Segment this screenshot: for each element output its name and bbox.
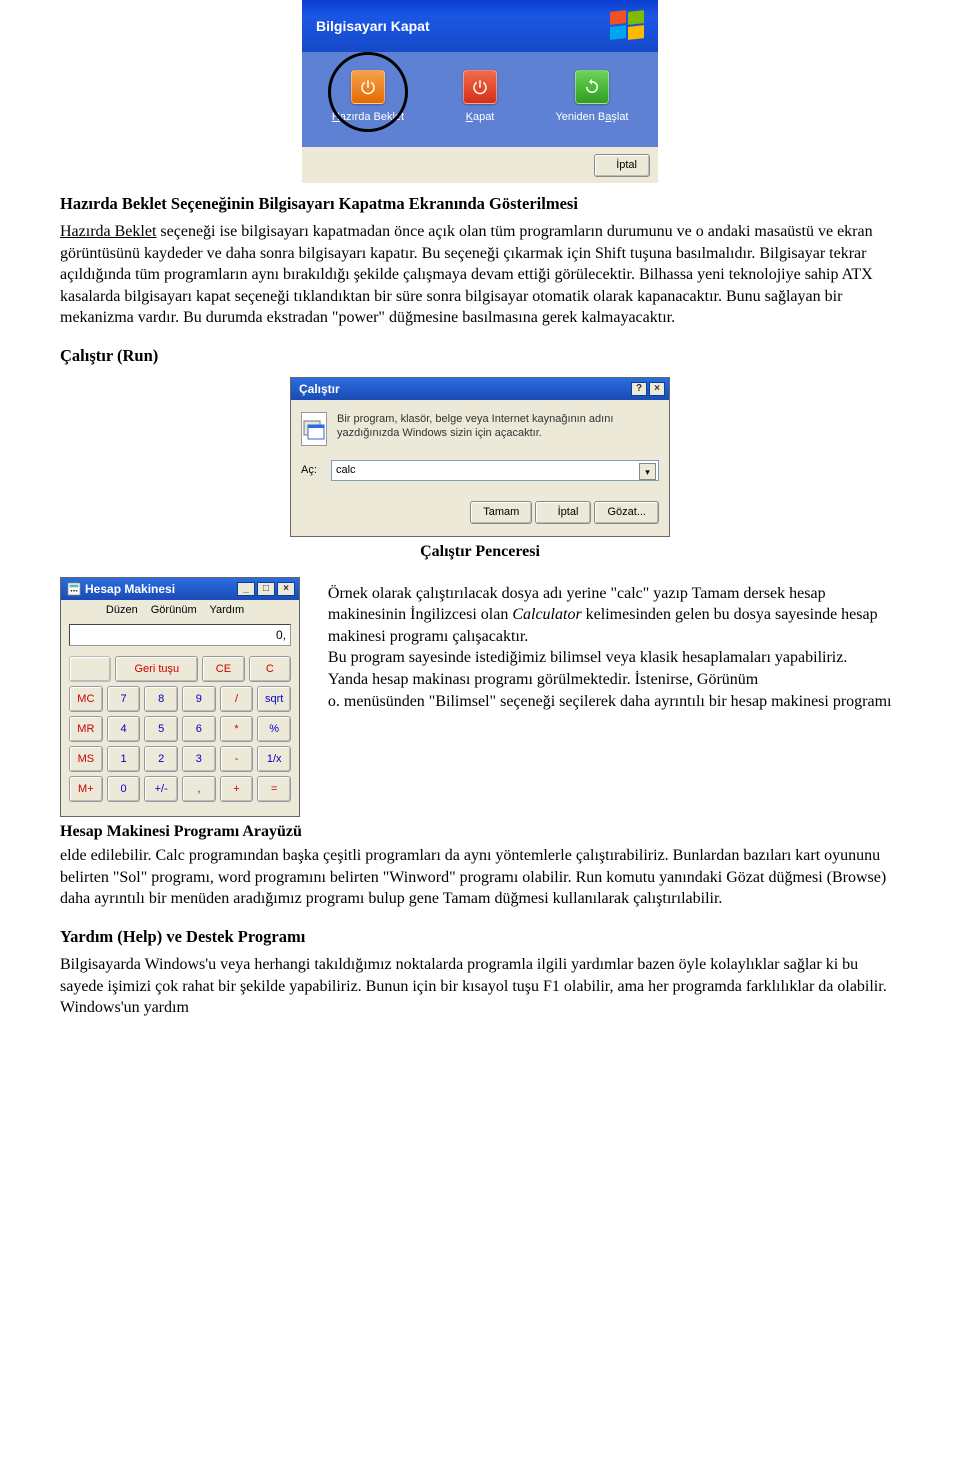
help-window-button[interactable]: ?	[631, 382, 647, 396]
calculator-titlebar: Hesap Makinesi _ □ ×	[61, 578, 299, 600]
menu-view[interactable]: Görünüm	[151, 604, 197, 616]
calc-key--[interactable]: +	[220, 776, 254, 802]
run-open-label: Aç:	[301, 463, 325, 478]
calculator-icon	[67, 582, 81, 596]
calculator-window: Hesap Makinesi _ □ × Düzen Görünüm Yardı…	[60, 577, 300, 818]
run-title-text: Çalıştır	[299, 381, 340, 397]
restart-icon	[575, 70, 609, 104]
calc-key--[interactable]: -	[220, 746, 254, 772]
calc-key-sqrt[interactable]: sqrt	[257, 686, 291, 712]
calc-key--[interactable]: *	[220, 716, 254, 742]
close-window-button[interactable]: ×	[649, 382, 665, 396]
calc-key-9[interactable]: 9	[182, 686, 216, 712]
calc-key--[interactable]: /	[220, 686, 254, 712]
paragraph-calc-text: Örnek olarak çalıştırılacak dosya adı ye…	[328, 583, 900, 713]
paragraph-help: Bilgisayarda Windows'u veya herhangi tak…	[60, 954, 900, 1019]
shutdown-icon	[463, 70, 497, 104]
calc-key--[interactable]: %	[257, 716, 291, 742]
calc-key-c[interactable]: C	[249, 656, 291, 682]
shutdown-label: Kapat	[466, 111, 495, 123]
heading-standby: Hazırda Beklet Seçeneğinin Bilgisayarı K…	[60, 193, 900, 215]
calc-key-ms[interactable]: MS	[69, 746, 103, 772]
run-dialog: Çalıştır ? × Bir program, klasör, belge …	[290, 377, 670, 537]
windows-flag-icon	[608, 9, 648, 43]
calc-key-5[interactable]: 5	[144, 716, 178, 742]
standby-button[interactable]: Hazırda Beklet	[326, 70, 411, 125]
calc-key-m-[interactable]: M+	[69, 776, 103, 802]
calc-key--[interactable]: ,	[182, 776, 216, 802]
paragraph-wrap: elde edilebilir. Calc programından başka…	[60, 845, 900, 910]
shutdown-title-text: Bilgisayarı Kapat	[316, 17, 430, 36]
restart-button[interactable]: Yeniden Başlat	[550, 70, 635, 125]
restart-label: Yeniden Başlat	[555, 111, 628, 123]
shutdown-cancel-button[interactable]: İptal	[594, 154, 650, 177]
run-ok-button[interactable]: Tamam	[470, 501, 532, 524]
calc-key--[interactable]: +/-	[144, 776, 178, 802]
calculator-title-text: Hesap Makinesi	[85, 581, 175, 597]
run-input-value: calc	[336, 463, 356, 478]
run-browse-button[interactable]: Gözat...	[594, 501, 659, 524]
maximize-window-button[interactable]: □	[257, 582, 275, 596]
run-cancel-button[interactable]: İptal	[535, 501, 591, 524]
calc-key-0[interactable]: 0	[107, 776, 141, 802]
calc-key-geri-tu-u[interactable]: Geri tuşu	[115, 656, 198, 682]
chevron-down-icon[interactable]: ▾	[639, 463, 656, 480]
caption-run: Çalıştır Penceresi	[60, 541, 900, 563]
calculator-display: 0,	[69, 624, 291, 646]
run-app-icon	[301, 412, 327, 446]
shutdown-button[interactable]: Kapat	[438, 70, 523, 125]
menu-edit[interactable]: Düzen	[106, 604, 138, 616]
calc-key-mr[interactable]: MR	[69, 716, 103, 742]
calc-key-8[interactable]: 8	[144, 686, 178, 712]
heading-run: Çalıştır (Run)	[60, 345, 900, 367]
calc-key-ce[interactable]: CE	[202, 656, 244, 682]
calc-key-6[interactable]: 6	[182, 716, 216, 742]
calc-key-7[interactable]: 7	[107, 686, 141, 712]
calc-key-blank	[69, 656, 111, 682]
calculator-buttons: Geri tuşuCEC MC789/sqrt MR456*% MS123-1/x M+…	[61, 650, 299, 816]
minimize-window-button[interactable]: _	[237, 582, 255, 596]
caption-calculator: Hesap Makinesi Programı Arayüzü	[60, 821, 302, 843]
shutdown-titlebar: Bilgisayarı Kapat	[302, 0, 658, 52]
heading-help: Yardım (Help) ve Destek Programı	[60, 926, 900, 948]
calc-key-1-x[interactable]: 1/x	[257, 746, 291, 772]
run-input[interactable]: calc ▾	[331, 460, 659, 481]
calc-key--[interactable]: =	[257, 776, 291, 802]
menu-help[interactable]: Yardım	[209, 604, 244, 616]
calc-key-2[interactable]: 2	[144, 746, 178, 772]
calc-key-4[interactable]: 4	[107, 716, 141, 742]
paragraph-standby: Hazırda Beklet seçeneği ise bilgisayarı …	[60, 221, 900, 329]
calc-key-1[interactable]: 1	[107, 746, 141, 772]
run-titlebar: Çalıştır ? ×	[291, 378, 669, 400]
calc-key-3[interactable]: 3	[182, 746, 216, 772]
calculator-menubar: Düzen Görünüm Yardım	[61, 600, 299, 621]
run-description: Bir program, klasör, belge veya Internet…	[337, 412, 659, 441]
highlight-ring	[328, 52, 408, 132]
shutdown-dialog: Bilgisayarı Kapat Hazırda Beklet Kapat	[302, 0, 658, 183]
calc-key-mc[interactable]: MC	[69, 686, 103, 712]
close-window-button[interactable]: ×	[277, 582, 295, 596]
